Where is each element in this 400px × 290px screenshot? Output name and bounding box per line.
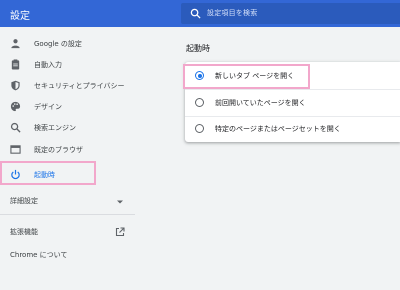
browser-icon xyxy=(10,145,21,154)
sidebar-item-label: セキュリティとプライバシー xyxy=(34,82,125,90)
option-specific-pages[interactable]: 特定のページまたはページセットを開く xyxy=(185,116,400,142)
settings-header: 設定 設定項目を検索 xyxy=(0,0,400,27)
sidebar-item-label: 既定のブラウザ xyxy=(34,146,83,154)
sidebar-divider xyxy=(0,214,135,215)
sidebar-item-label: Google の設定 xyxy=(34,40,82,48)
sidebar-item-about-chrome[interactable]: Chrome について xyxy=(10,250,67,260)
sidebar-item-label: 検索エンジン xyxy=(34,124,76,132)
sidebar-item-search-engine[interactable]: 検索エンジン xyxy=(0,117,135,139)
highlight-box xyxy=(0,161,96,185)
search-icon xyxy=(10,122,21,133)
chevron-down-icon[interactable] xyxy=(116,199,124,205)
search-icon xyxy=(190,8,201,19)
page-title: 設定 xyxy=(10,11,30,22)
sidebar-item-default-browser[interactable]: 既定のブラウザ xyxy=(0,139,135,161)
shield-icon xyxy=(11,80,20,91)
option-label: 前回開いていたページを開く xyxy=(215,99,306,107)
sidebar-item-advanced[interactable]: 詳細設定 xyxy=(10,196,38,206)
search-input[interactable]: 設定項目を検索 xyxy=(181,3,400,24)
radio-button[interactable] xyxy=(195,124,204,133)
section-title: 起動時 xyxy=(186,44,210,53)
radio-button[interactable] xyxy=(195,98,204,107)
palette-icon xyxy=(10,101,21,112)
clipboard-icon xyxy=(11,59,20,70)
option-label: 特定のページまたはページセットを開く xyxy=(215,125,341,133)
search-placeholder: 設定項目を検索 xyxy=(207,9,258,17)
sidebar-item-security[interactable]: セキュリティとプライバシー xyxy=(0,75,135,97)
option-continue-where-left[interactable]: 前回開いていたページを開く xyxy=(185,90,400,116)
sidebar-item-label: デザイン xyxy=(34,103,62,111)
sidebar-item-label: 自動入力 xyxy=(34,61,62,69)
sidebar-item-appearance[interactable]: デザイン xyxy=(0,96,135,118)
sidebar-item-google[interactable]: Google の設定 xyxy=(0,33,135,55)
person-icon xyxy=(11,39,20,49)
sidebar-item-extensions[interactable]: 拡張機能 xyxy=(10,227,38,237)
sidebar-item-autofill[interactable]: 自動入力 xyxy=(0,54,135,76)
sidebar: Google の設定 自動入力 セキュリティとプライバシー デザイン 検索エンジ… xyxy=(0,27,135,290)
external-link-icon[interactable] xyxy=(115,227,125,237)
highlight-box xyxy=(183,64,310,89)
